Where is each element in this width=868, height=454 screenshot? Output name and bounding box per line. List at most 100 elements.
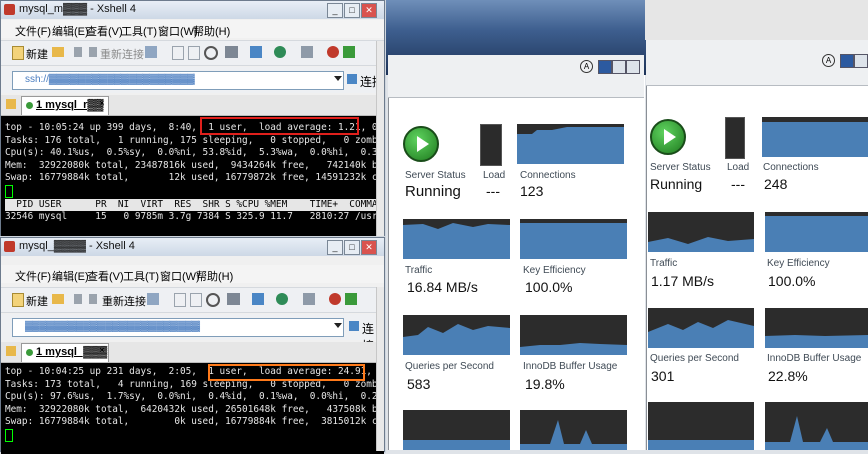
window-title-bottom: mysql_▓▓▓▓ - Xshell 4 [19,240,135,252]
paste-icon[interactable] [188,46,200,60]
dropdown-chevron-icon-bottom[interactable] [334,323,342,328]
xshell-window-top: mysql_m▓▓▓ - Xshell 4 _ □ ✕ 文件(F) 编辑(E) … [0,0,385,243]
menu-view[interactable]: 查看(V) [86,23,123,39]
new-session-icon-bottom[interactable] [12,293,24,307]
color-scheme-icon-bottom[interactable] [252,293,264,305]
tab-close-icon[interactable]: × [99,98,105,109]
menu-file[interactable]: 文件(F) [15,23,51,39]
xagent-icon[interactable] [343,46,355,58]
layout-toggle-3-icon[interactable] [626,60,640,74]
menu-window[interactable]: 窗口(W) [158,23,198,39]
address-input-bottom[interactable]: ▓▓▓▓▓▓▓▓▓▓▓▓▓▓▓▓▓▓▓▓▓▓▓▓ [12,318,344,337]
server-status-label-right: Server Status [650,162,711,173]
color-scheme-icon[interactable] [250,46,262,58]
menu-window-bottom[interactable]: 窗口(W) [160,268,200,284]
reconnect-button[interactable]: 重新连接 [100,46,144,62]
reconnect-icon-bottom[interactable] [89,294,97,304]
session-tabs-bottom: 1 mysql_▓▓▓ × [1,342,384,363]
properties-icon[interactable] [145,46,157,58]
new-session-icon[interactable] [12,46,24,60]
menu-edit[interactable]: 编辑(E) [52,23,89,39]
terminal-cursor-bottom [5,428,13,442]
server-status-play-icon-right[interactable] [650,119,686,155]
xftp-icon[interactable] [327,46,339,58]
minimize-button[interactable]: _ [327,3,343,18]
reconnect-icon[interactable] [89,47,97,57]
connections-label-right: Connections [763,162,819,173]
script-icon[interactable] [301,46,313,58]
session-tab-label-bottom: 1 mysql_▓▓▓ [36,346,108,358]
address-input[interactable]: ssh://▓▓▓▓▓▓▓▓▓▓▓▓▓▓▓▓▓▓▓▓ [12,71,344,90]
menu-bar-bottom: 文件(F) 编辑(E) 查看(V) 工具(T) 窗口(W) 帮助(H) [1,265,384,283]
extra-chart-left-1 [403,410,510,450]
menu-help[interactable]: 帮助(H) [193,23,230,39]
refresh-icon-right[interactable]: A [822,54,835,67]
toolbar-bottom: 新建 重新连接 [1,287,384,313]
new-session-button[interactable]: 新建 [26,46,48,62]
traffic-label: Traffic [405,265,433,276]
print-icon-bottom[interactable] [227,293,240,305]
layout-toggle-1-icon[interactable] [598,60,612,74]
queries-label-right: Queries per Second [650,353,739,364]
refresh-icon[interactable]: A [580,60,593,73]
traffic-chart [403,219,510,259]
queries-value: 583 [407,376,431,392]
connect-icon[interactable] [347,74,357,84]
vertical-scrollbar[interactable] [376,41,384,237]
tab-close-icon-bottom[interactable]: × [99,345,105,356]
menu-help-bottom[interactable]: 帮助(H) [196,268,233,284]
xftp-icon-bottom[interactable] [329,293,341,305]
connections-value-right: 248 [764,176,788,192]
paste-icon-bottom[interactable] [190,293,202,307]
traffic-value: 16.84 MB/s [407,279,478,295]
layout-toggle-2-icon-right[interactable] [854,54,868,68]
connect-icon-bottom[interactable] [349,321,359,331]
maximize-button[interactable]: □ [344,3,360,18]
menu-edit-bottom[interactable]: 编辑(E) [52,268,89,284]
session-tab[interactable]: 1 mysql_r▓▓ × [21,96,109,115]
globe-icon[interactable] [274,46,286,58]
load-value: --- [486,183,500,199]
properties-icon-bottom[interactable] [147,293,159,305]
add-tab-icon-bottom[interactable] [6,346,16,356]
xagent-icon-bottom[interactable] [345,293,357,305]
reconnect-button-bottom[interactable]: 重新连接 [102,293,146,309]
connections-chart-right [762,117,868,157]
terminal[interactable]: top - 10:05:24 up 399 days, 8:40, 1 user… [1,116,384,243]
copy-icon[interactable] [172,46,184,60]
close-button-bottom[interactable]: ✕ [361,240,377,255]
copy-icon-bottom[interactable] [174,293,186,307]
menu-file-bottom[interactable]: 文件(F) [15,268,51,284]
script-icon-bottom[interactable] [303,293,315,305]
add-tab-icon[interactable] [6,99,16,109]
new-session-button-bottom[interactable]: 新建 [26,293,48,309]
open-folder-icon[interactable] [52,47,64,57]
layout-toggle-1-icon-right[interactable] [840,54,854,68]
key-efficiency-chart [520,219,627,259]
background-desktop-right [645,0,868,40]
queries-value-right: 301 [651,368,675,384]
print-icon[interactable] [225,46,238,58]
maximize-button-bottom[interactable]: □ [344,240,360,255]
minimize-button-bottom[interactable]: _ [327,240,343,255]
vertical-scrollbar-bottom[interactable] [376,287,384,451]
load-average-highlight-bottom [208,364,365,381]
find-icon-bottom[interactable] [206,293,220,307]
disconnect-icon[interactable] [74,47,82,57]
extra-chart-left-2 [520,410,627,450]
layout-toggle-2-icon[interactable] [612,60,626,74]
globe-icon-bottom[interactable] [276,293,288,305]
server-status-play-icon[interactable] [403,126,439,162]
menu-tools[interactable]: 工具(T) [121,23,157,39]
close-button[interactable]: ✕ [361,3,377,18]
server-status-label: Server Status [405,170,466,181]
find-icon[interactable] [204,46,218,60]
session-tabs: 1 mysql_r▓▓ × [1,95,384,116]
menu-tools-bottom[interactable]: 工具(T) [123,268,159,284]
tab-status-icon-bottom [26,349,33,356]
menu-view-bottom[interactable]: 查看(V) [87,268,124,284]
dropdown-chevron-icon[interactable] [334,76,342,81]
disconnect-icon-bottom[interactable] [74,294,82,304]
open-folder-icon-bottom[interactable] [52,294,64,304]
session-tab-bottom[interactable]: 1 mysql_▓▓▓ × [21,343,109,362]
